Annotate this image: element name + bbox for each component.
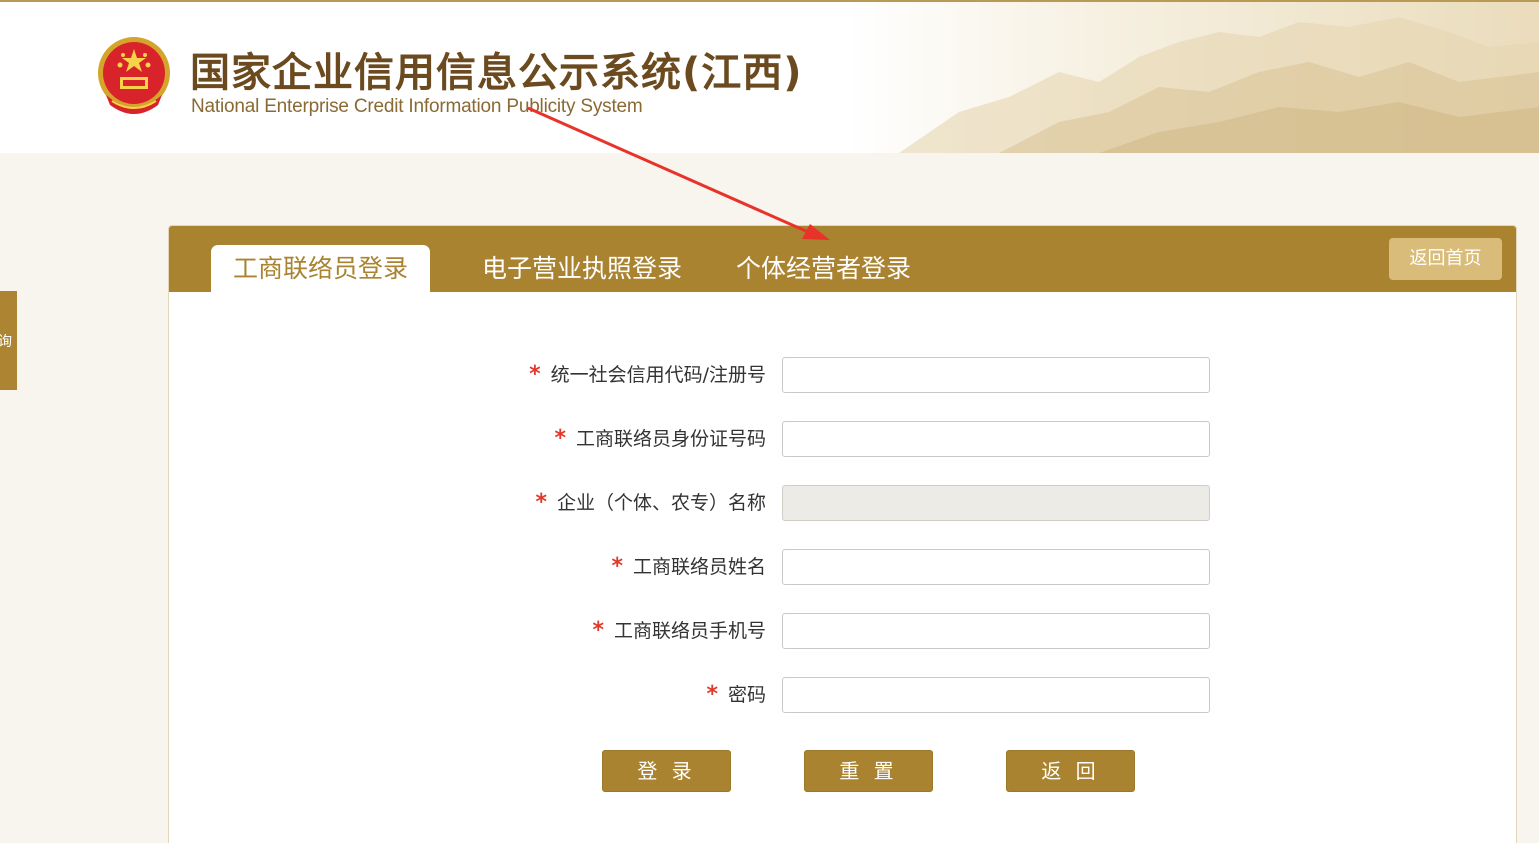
required-mark: *: [706, 682, 718, 707]
required-mark: *: [611, 554, 623, 579]
form-row-phone: * 工商联络员手机号: [169, 613, 1516, 649]
phone-label: * 工商联络员手机号: [592, 618, 766, 643]
enterprise-name-label: * 企业（个体、农专）名称: [535, 490, 766, 515]
site-header: 国家企业信用信息公示系统(江西) National Enterprise Cre…: [0, 2, 1539, 153]
phone-input[interactable]: [782, 613, 1210, 649]
reset-button[interactable]: 重 置: [804, 750, 933, 792]
form-row-enterprise-name: * 企业（个体、农专）名称: [169, 485, 1516, 521]
required-mark: *: [592, 618, 604, 643]
back-button[interactable]: 返 回: [1006, 750, 1135, 792]
site-subtitle: National Enterprise Credit Information P…: [191, 96, 643, 117]
form-row-contact-name: * 工商联络员姓名: [169, 549, 1516, 585]
login-panel: 工商联络员登录 电子营业执照登录 个体经营者登录 返回首页 * 统一社会信用代码/…: [168, 225, 1517, 843]
tab-contact-login[interactable]: 工商联络员登录: [211, 245, 431, 292]
tab-individual-login[interactable]: 个体经营者登录: [714, 245, 933, 292]
password-input[interactable]: [782, 677, 1210, 713]
mountain-decoration: [899, 17, 1539, 153]
login-button[interactable]: 登 录: [602, 750, 731, 792]
required-mark: *: [535, 490, 547, 515]
required-mark: *: [554, 426, 566, 451]
password-label: * 密码: [706, 682, 766, 707]
id-number-input[interactable]: [782, 421, 1210, 457]
credit-code-input[interactable]: [782, 357, 1210, 393]
login-tabs-bar: 工商联络员登录 电子营业执照登录 个体经营者登录 返回首页: [169, 226, 1516, 292]
side-tab-label: 询: [0, 333, 12, 350]
site-title: 国家企业信用信息公示系统(江西): [190, 50, 803, 96]
enterprise-name-input: [782, 485, 1210, 521]
contact-name-label: * 工商联络员姓名: [611, 554, 766, 579]
required-mark: *: [529, 362, 541, 387]
id-number-label: * 工商联络员身份证号码: [554, 426, 766, 451]
contact-name-input[interactable]: [782, 549, 1210, 585]
return-home-button[interactable]: 返回首页: [1389, 238, 1502, 280]
credit-code-label: * 统一社会信用代码/注册号: [529, 362, 766, 387]
national-emblem-icon: [98, 37, 170, 114]
form-row-password: * 密码: [169, 677, 1516, 713]
tab-e-license-login[interactable]: 电子营业执照登录: [460, 245, 704, 292]
form-row-credit-code: * 统一社会信用代码/注册号: [169, 357, 1516, 393]
side-float-tab[interactable]: 询: [0, 291, 17, 390]
form-row-id-number: * 工商联络员身份证号码: [169, 421, 1516, 457]
